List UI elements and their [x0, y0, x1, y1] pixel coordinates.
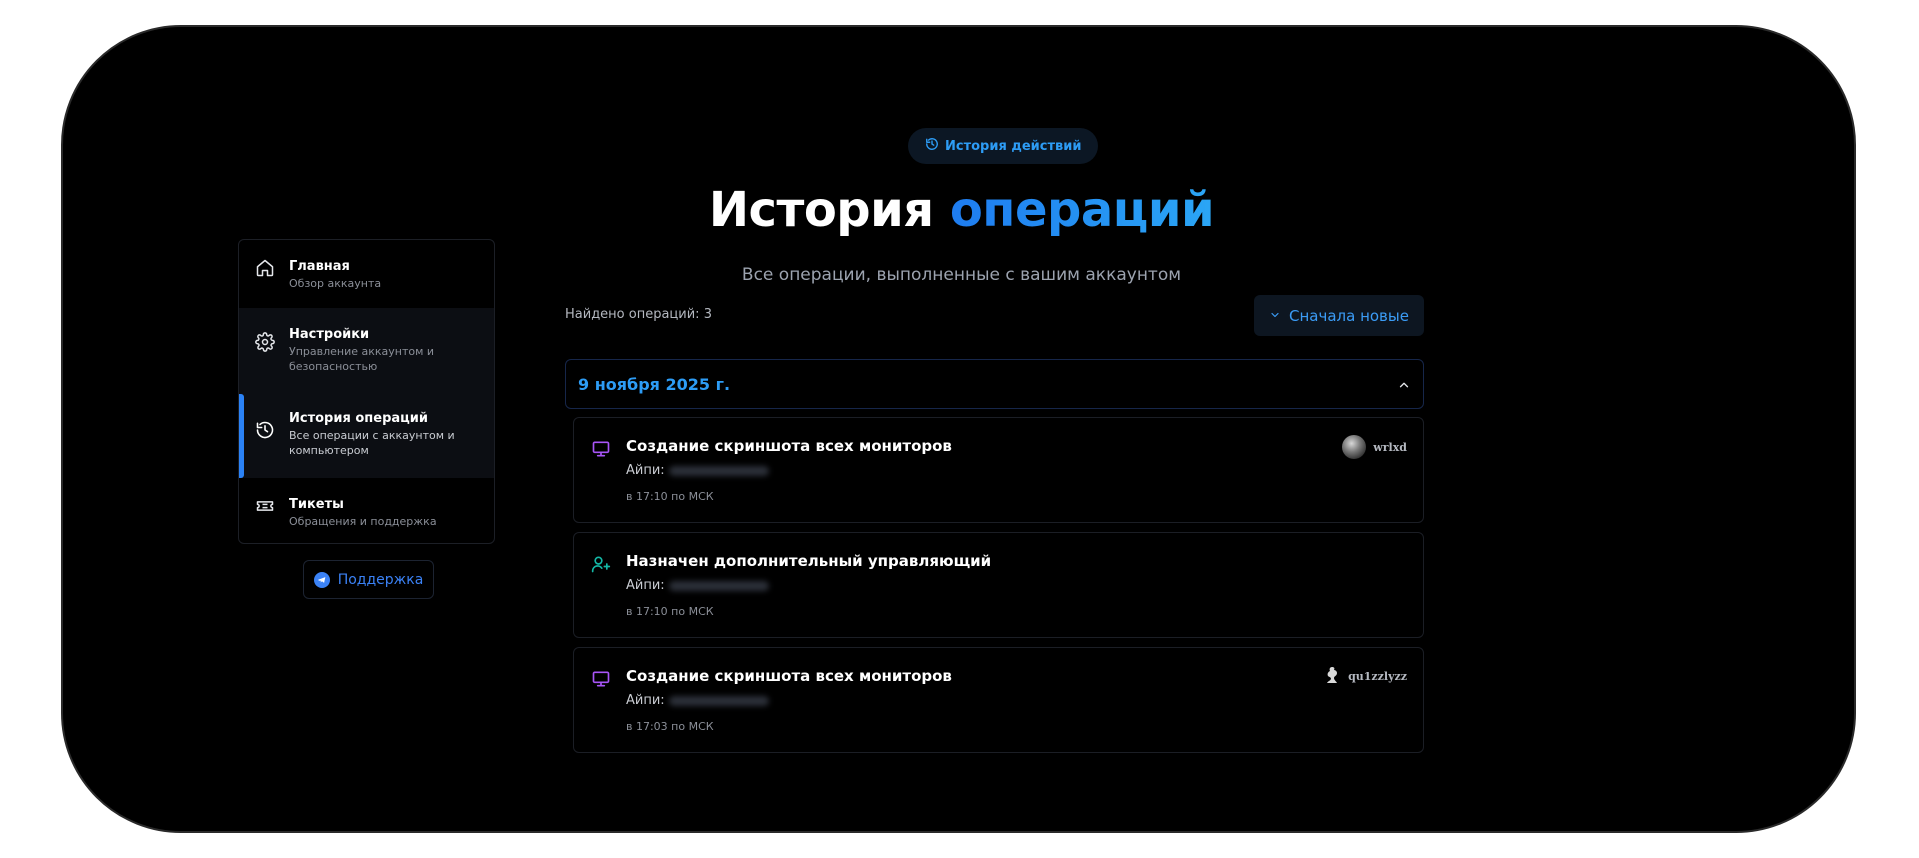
- ip-redacted: [668, 465, 769, 476]
- ticket-icon: [255, 496, 277, 518]
- ip-label: Айпи:: [626, 693, 665, 708]
- operation-ip: Айпи:: [626, 578, 769, 593]
- operation-title: Создание скриншота всех мониторов: [626, 437, 952, 455]
- date-label: 9 ноября 2025 г.: [578, 374, 731, 394]
- chevron-up-icon[interactable]: [1397, 377, 1411, 391]
- sidebar-item-sub: Обращения и поддержка: [289, 515, 437, 528]
- sidebar-item-settings[interactable]: Настройки Управление аккаунтом и безопас…: [239, 308, 494, 394]
- operation-title: Назначен дополнительный управляющий: [626, 552, 992, 570]
- support-label: Поддержка: [337, 571, 424, 588]
- sidebar-item-sub: Все операции с аккаунтом и компьютером: [289, 429, 455, 457]
- sidebar-item-home[interactable]: Главная Обзор аккаунта: [239, 258, 494, 308]
- monitor-icon: [591, 439, 611, 459]
- sidebar-item-tickets[interactable]: Тикеты Обращения и поддержка: [239, 496, 494, 543]
- operation-card: Создание скриншота всех мониторов Айпи: …: [573, 647, 1424, 753]
- username: qu1zzlyzz: [1348, 669, 1407, 683]
- gear-icon: [255, 332, 277, 354]
- avatar: [1323, 665, 1341, 687]
- sidebar-item-label: Настройки: [289, 327, 370, 342]
- title-main: История: [708, 182, 934, 238]
- ip-label: Айпи:: [626, 578, 665, 593]
- sidebar-item-sub: Управление аккаунтом и безопасностью: [289, 345, 435, 373]
- page-title: История операций: [63, 182, 1854, 238]
- operation-ip: Айпи:: [626, 693, 769, 708]
- history-icon: [925, 137, 939, 155]
- sidebar-item-label: История операций: [289, 411, 429, 426]
- app-frame: История действий История операций Все оп…: [61, 25, 1856, 833]
- home-icon: [255, 258, 277, 280]
- operation-user: wrlxd: [1342, 435, 1407, 459]
- sidebar-item-label: Главная: [289, 259, 350, 274]
- sort-label: Сначала новые: [1289, 306, 1409, 325]
- operation-card: Создание скриншота всех мониторов Айпи: …: [573, 417, 1424, 523]
- operation-user: qu1zzlyzz: [1323, 665, 1407, 687]
- operation-time: в 17:10 по МСК: [626, 605, 714, 618]
- history-badge: История действий: [908, 128, 1099, 164]
- avatar: [1342, 435, 1367, 459]
- sort-button[interactable]: Сначала новые: [1254, 295, 1424, 336]
- monitor-icon: [591, 669, 611, 689]
- username: wrlxd: [1373, 440, 1407, 454]
- ip-redacted: [668, 580, 769, 591]
- chevron-down-icon: [1269, 307, 1281, 325]
- sidebar-item-history[interactable]: История операций Все операции с аккаунто…: [239, 394, 494, 478]
- telegram-icon: [313, 571, 330, 588]
- history-icon: [255, 420, 277, 442]
- title-accent: операций: [949, 182, 1215, 238]
- user-plus-icon: [591, 554, 611, 574]
- badge-label: История действий: [945, 138, 1082, 154]
- support-button[interactable]: Поддержка: [303, 560, 434, 599]
- active-indicator: [239, 394, 244, 478]
- ip-label: Айпи:: [626, 463, 665, 478]
- sidebar-item-label: Тикеты: [289, 497, 344, 512]
- date-group-header[interactable]: 9 ноября 2025 г.: [565, 359, 1424, 409]
- sidebar-nav: Главная Обзор аккаунта Настройки Управле…: [238, 239, 495, 544]
- operation-card: Назначен дополнительный управляющий Айпи…: [573, 532, 1424, 638]
- operation-ip: Айпи:: [626, 463, 769, 478]
- ip-redacted: [668, 695, 769, 706]
- sidebar-item-sub: Обзор аккаунта: [289, 277, 382, 290]
- found-count: Найдено операций: 3: [565, 307, 712, 322]
- operation-time: в 17:03 по МСК: [626, 720, 714, 733]
- operation-title: Создание скриншота всех мониторов: [626, 667, 952, 685]
- operation-time: в 17:10 по МСК: [626, 490, 714, 503]
